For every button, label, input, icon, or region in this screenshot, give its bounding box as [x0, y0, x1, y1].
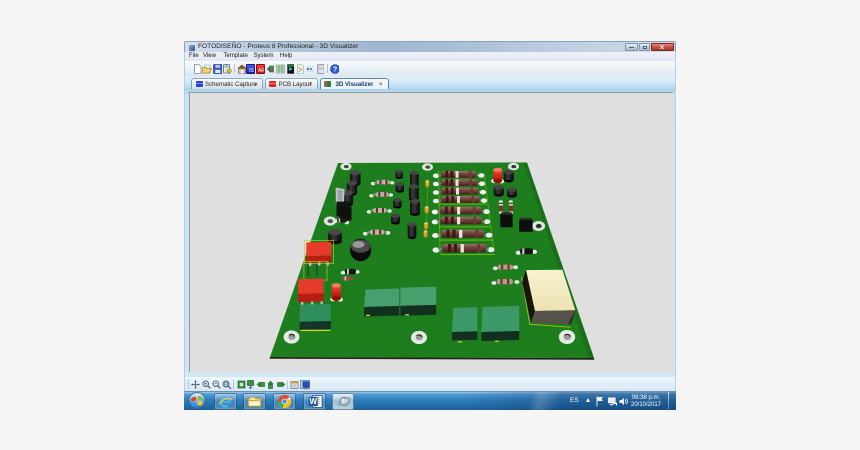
svg-text:?: ? — [333, 64, 338, 73]
svg-text:IS: IS — [249, 68, 254, 74]
svg-text:AR: AR — [258, 68, 265, 74]
svg-text:W: W — [309, 397, 317, 406]
